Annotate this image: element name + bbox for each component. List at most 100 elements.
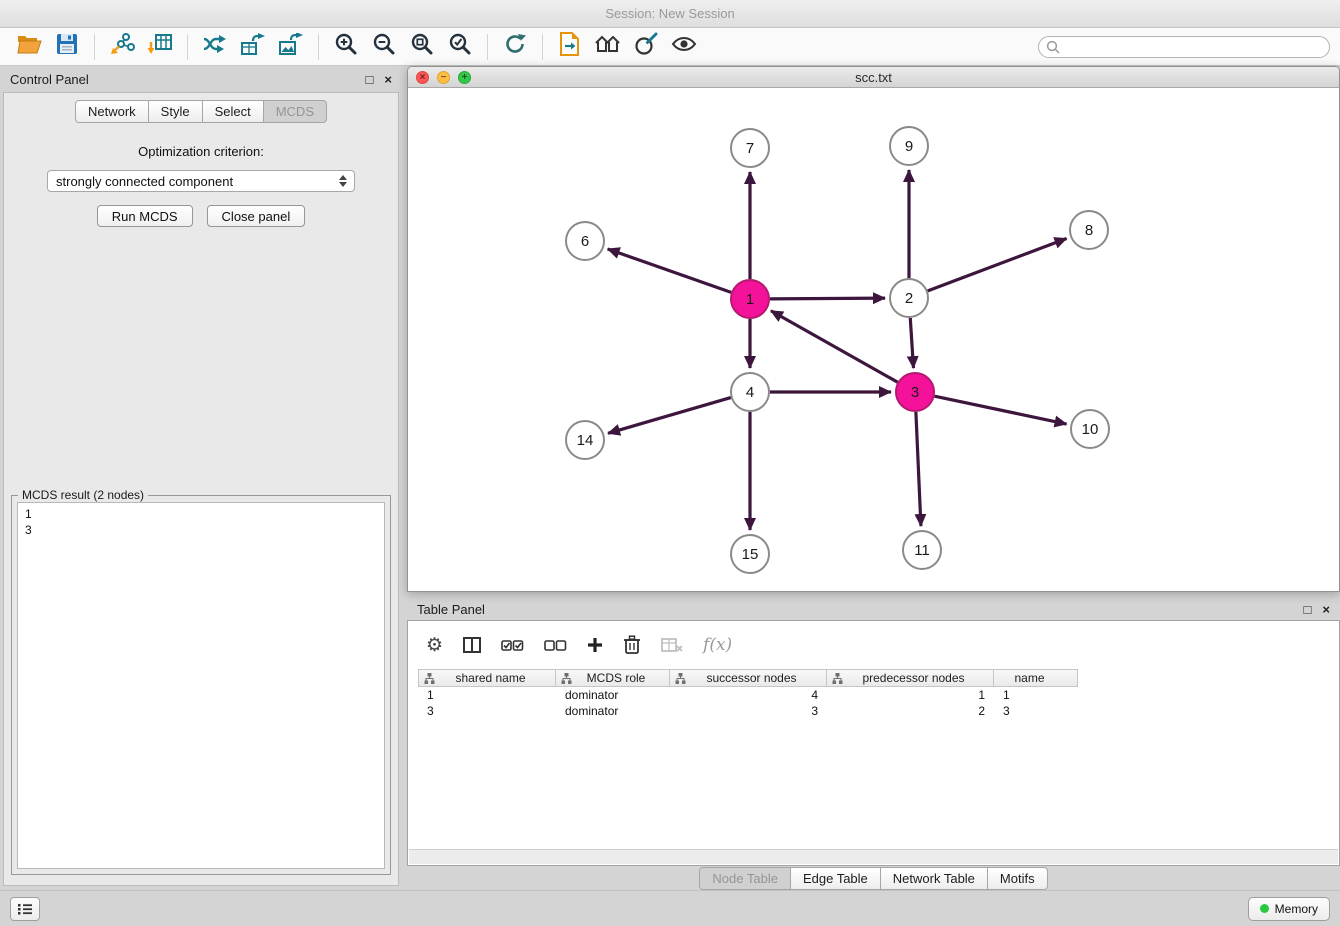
plus-icon <box>587 637 603 653</box>
export-table-button[interactable] <box>234 32 272 62</box>
table-row[interactable]: 1dominator411 <box>418 687 1329 703</box>
close-panel-button[interactable]: Close panel <box>207 205 306 227</box>
open-session-button[interactable] <box>10 32 48 62</box>
graph-edge-2-8[interactable] <box>928 238 1067 290</box>
save-session-button[interactable] <box>48 32 86 62</box>
graph-edge-3-10[interactable] <box>935 396 1067 424</box>
tab-network-table[interactable]: Network Table <box>880 867 988 890</box>
graph-node-label: 4 <box>746 384 754 401</box>
mcds-result-title: MCDS result (2 nodes) <box>18 488 148 502</box>
tab-mcds[interactable]: MCDS <box>263 100 327 123</box>
column-header-successor-nodes[interactable]: successor nodes <box>670 669 827 687</box>
toolbar-separator <box>94 34 95 60</box>
float-panel-icon[interactable]: □ <box>366 73 374 86</box>
column-header-shared-name[interactable]: shared name <box>418 669 556 687</box>
import-network-button[interactable] <box>103 32 141 62</box>
show-columns-button[interactable] <box>463 637 481 653</box>
window-close-icon[interactable]: × <box>416 71 429 84</box>
tab-node-table[interactable]: Node Table <box>699 867 791 890</box>
close-panel-icon[interactable]: × <box>1322 603 1330 616</box>
select-all-columns-button[interactable] <box>501 637 524 653</box>
graph-node-label: 6 <box>581 233 589 250</box>
zoom-fit-icon <box>410 32 434 61</box>
network-window-titlebar[interactable]: × − + scc.txt <box>408 67 1339 88</box>
column-header-label: name <box>994 671 1077 685</box>
table-panel-header: Table Panel □ × <box>407 596 1340 622</box>
export-network-button[interactable] <box>196 32 234 62</box>
tab-edge-table[interactable]: Edge Table <box>790 867 881 890</box>
table-panel-body: ⚙ f(x) <box>407 620 1340 866</box>
column-header-name[interactable]: name <box>994 669 1078 687</box>
graph-edge-1-2[interactable] <box>770 298 885 299</box>
control-panel: Control Panel □ × NetworkStyleSelectMCDS… <box>0 66 402 890</box>
graph-edge-3-1[interactable] <box>771 311 898 382</box>
search-box <box>1038 36 1330 58</box>
graph-edge-2-3[interactable] <box>910 318 913 368</box>
table-cell: 3 <box>670 703 827 719</box>
home-button[interactable] <box>589 32 627 62</box>
mcds-result-box[interactable]: 13 <box>17 502 385 869</box>
export-image-button[interactable] <box>272 32 310 62</box>
tab-motifs[interactable]: Motifs <box>987 867 1048 890</box>
horizontal-scrollbar[interactable] <box>409 849 1338 864</box>
folder-open-icon <box>16 33 42 60</box>
window-title: Session: New Session <box>605 6 734 21</box>
control-panel-header: Control Panel □ × <box>0 66 402 92</box>
zoom-out-button[interactable] <box>365 32 403 62</box>
show-panels-button[interactable] <box>10 897 40 921</box>
visibility-button[interactable] <box>665 32 703 62</box>
apply-style-button[interactable] <box>627 32 665 62</box>
table-header-row: shared nameMCDS rolesuccessor nodesprede… <box>418 669 1329 687</box>
network-canvas[interactable]: 7968124314101511 <box>408 88 1339 591</box>
column-header-label: shared name <box>438 671 555 685</box>
tab-network[interactable]: Network <box>75 100 149 123</box>
tab-select[interactable]: Select <box>202 100 264 123</box>
run-mcds-button[interactable]: Run MCDS <box>97 205 193 227</box>
search-input[interactable] <box>1038 36 1330 58</box>
window-zoom-icon[interactable]: + <box>458 71 471 84</box>
table-row[interactable]: 3dominator323 <box>418 703 1329 719</box>
graph-edge-1-6[interactable] <box>608 249 731 292</box>
import-table-icon <box>147 32 173 61</box>
refresh-network-button[interactable] <box>496 32 534 62</box>
export-document-button[interactable] <box>551 32 589 62</box>
function-builder-button: f(x) <box>703 635 732 655</box>
graph-edge-4-14[interactable] <box>608 398 731 434</box>
memory-status-icon <box>1260 904 1269 913</box>
graph-edge-3-11[interactable] <box>916 412 921 526</box>
unchecked-boxes-icon <box>544 637 567 653</box>
optimization-dropdown[interactable]: strongly connected component <box>47 170 355 192</box>
node-table: shared nameMCDS rolesuccessor nodesprede… <box>418 669 1329 719</box>
float-panel-icon[interactable]: □ <box>1304 603 1312 616</box>
table-cell: 1 <box>994 687 1078 703</box>
table-cell: 1 <box>827 687 994 703</box>
control-panel-body: NetworkStyleSelectMCDS Optimization crit… <box>3 92 399 886</box>
zoom-fit-button[interactable] <box>403 32 441 62</box>
export-image-icon <box>278 33 304 61</box>
deselect-all-columns-button[interactable] <box>544 637 567 653</box>
create-column-button[interactable] <box>587 637 603 653</box>
mcds-result-line: 3 <box>25 522 377 538</box>
close-panel-icon[interactable]: × <box>384 73 392 86</box>
tab-style[interactable]: Style <box>148 100 203 123</box>
graph-node-label: 3 <box>911 384 919 401</box>
column-tree-icon <box>832 673 843 684</box>
save-icon <box>56 33 78 60</box>
table-cell: dominator <box>556 687 670 703</box>
window-minimize-icon[interactable]: − <box>437 71 450 84</box>
zoom-selected-icon <box>448 32 472 61</box>
graph-node-label: 2 <box>905 290 913 307</box>
delete-columns-button[interactable] <box>623 635 641 655</box>
graph-node-label: 1 <box>746 291 754 308</box>
mcds-result-group: MCDS result (2 nodes) 13 <box>11 495 391 875</box>
gear-icon[interactable]: ⚙ <box>426 636 443 655</box>
zoom-in-button[interactable] <box>327 32 365 62</box>
trash-icon <box>623 635 641 655</box>
column-header-predecessor-nodes[interactable]: predecessor nodes <box>827 669 994 687</box>
table-cell: 1 <box>418 687 556 703</box>
memory-button[interactable]: Memory <box>1248 897 1330 921</box>
refresh-icon <box>503 32 527 61</box>
column-header-MCDS-role[interactable]: MCDS role <box>556 669 670 687</box>
zoom-selected-button[interactable] <box>441 32 479 62</box>
import-table-button[interactable] <box>141 32 179 62</box>
